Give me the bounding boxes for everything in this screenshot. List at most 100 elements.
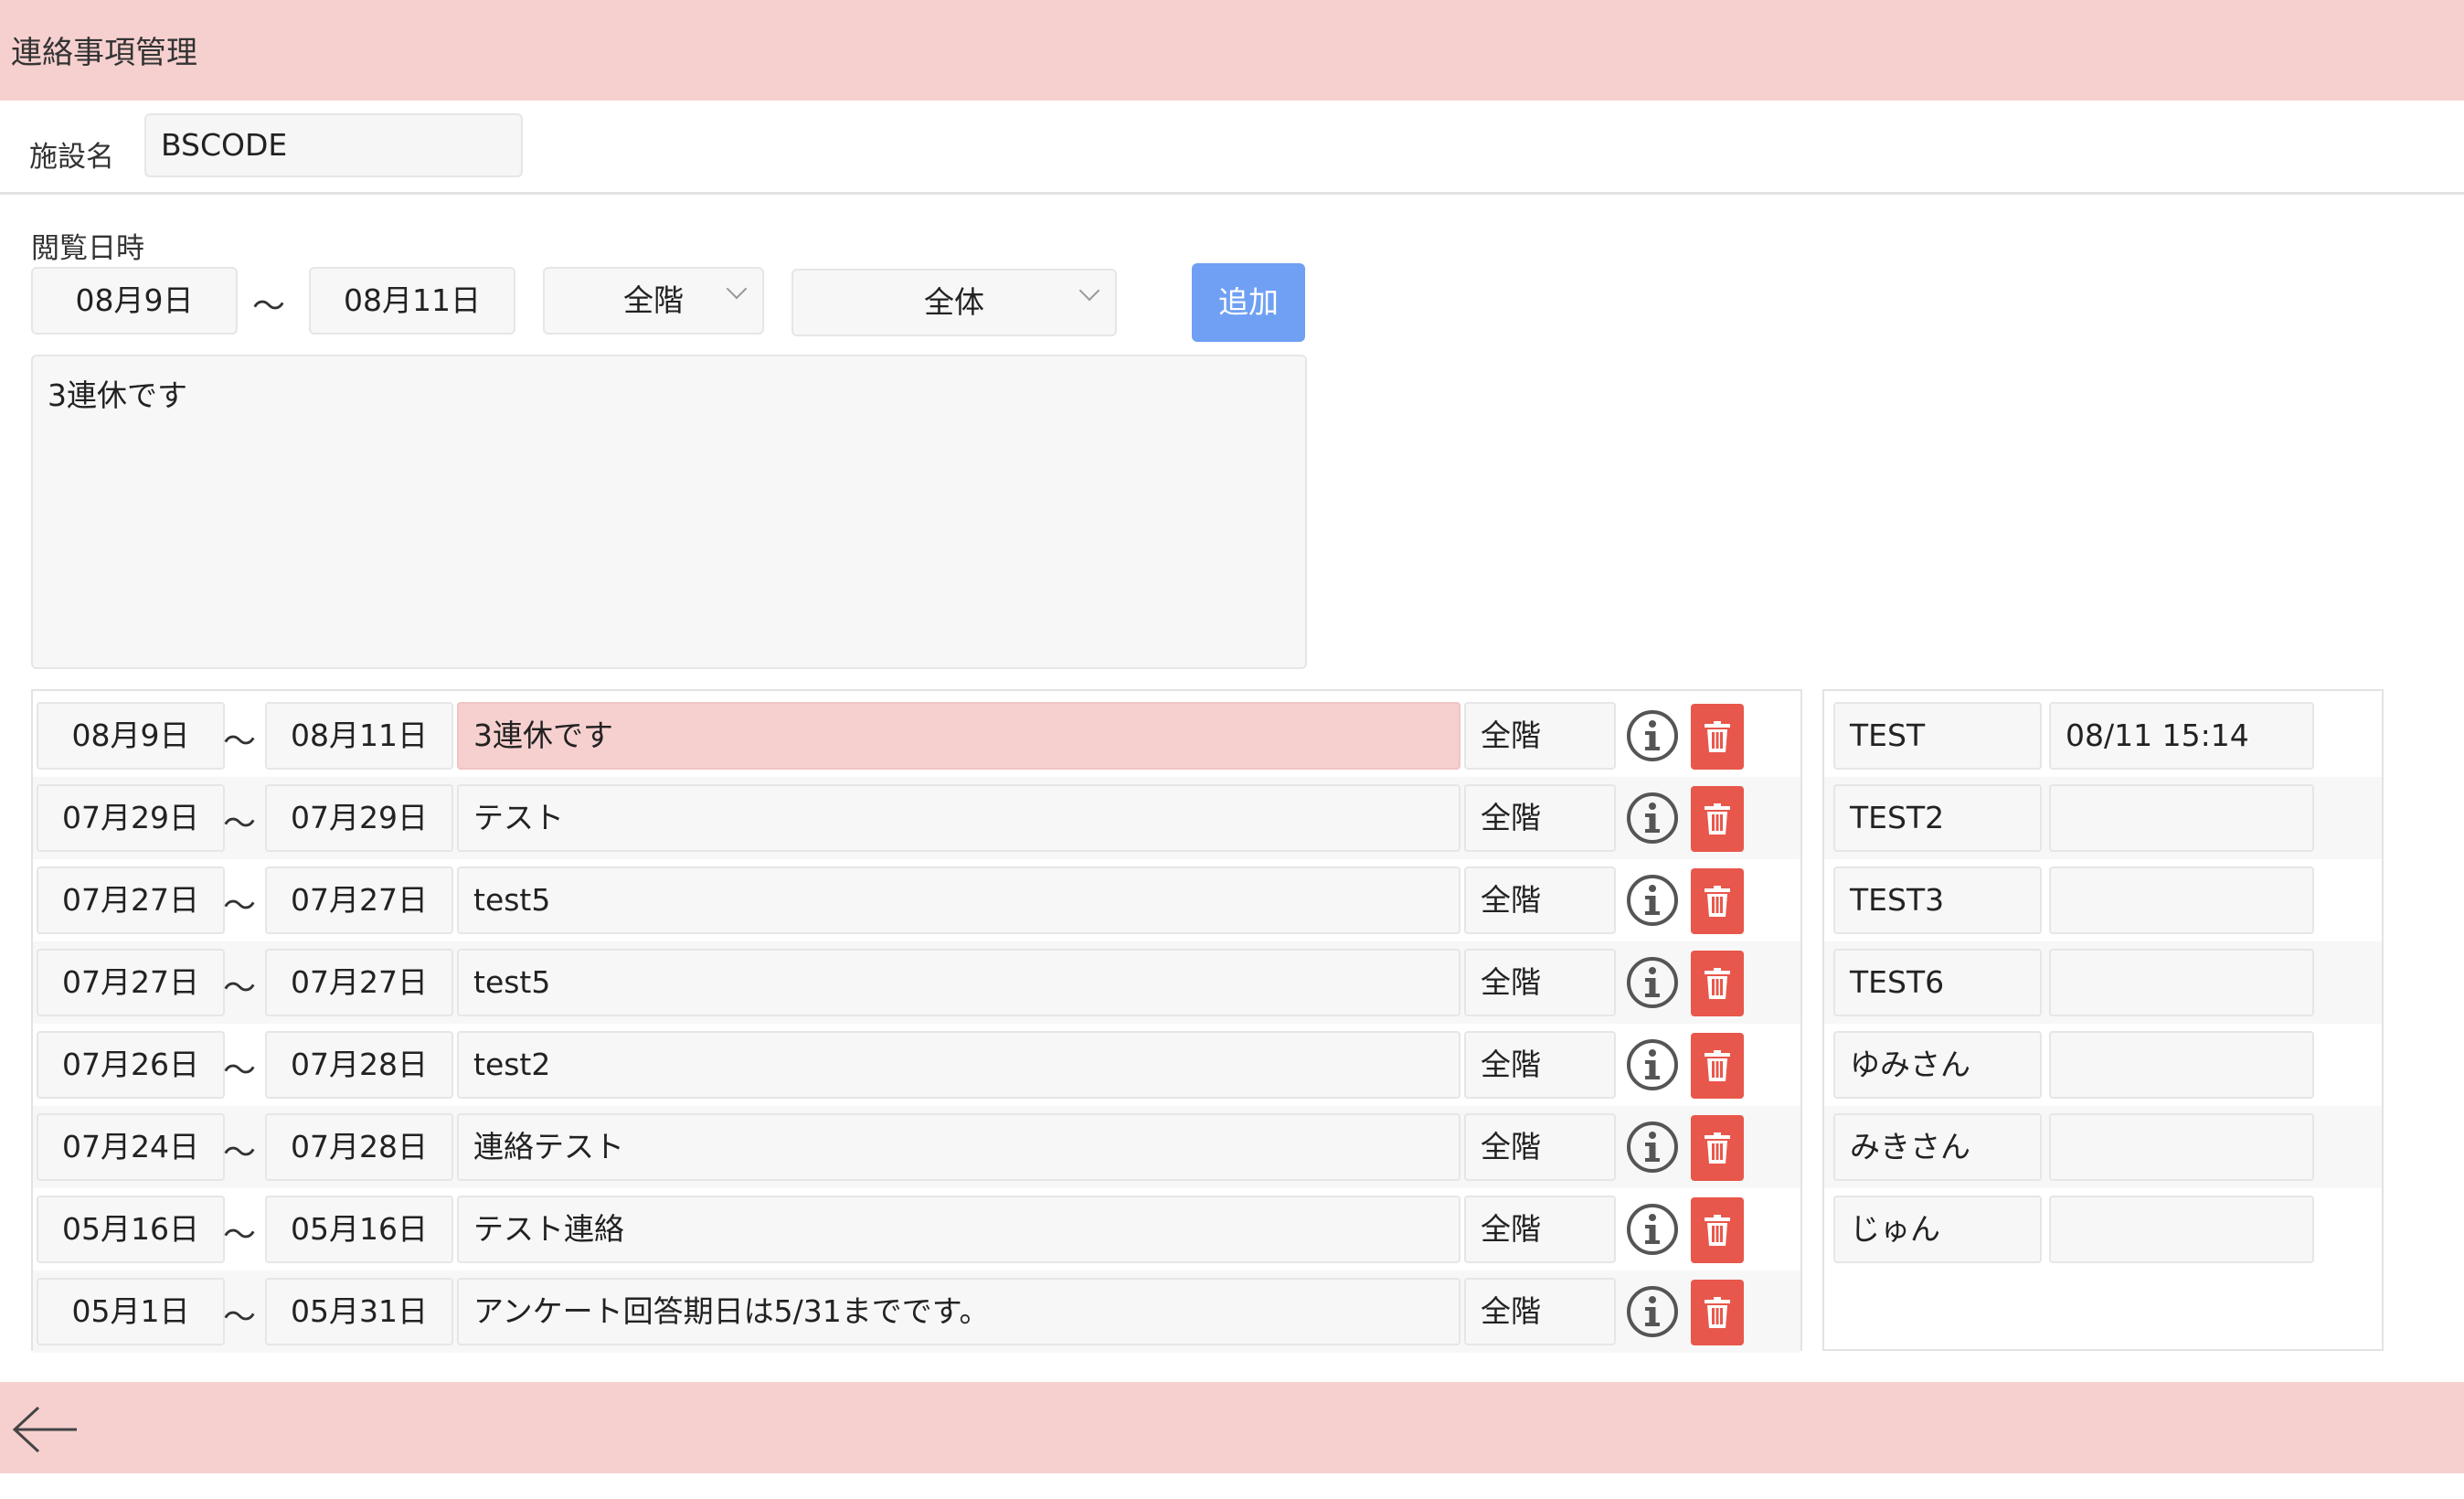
reader-read-time [2049,949,2314,1016]
facility-row: 施設名 BSCODE [0,101,2464,195]
notice-start-date[interactable]: 05月1日 [37,1278,225,1345]
notice-floor[interactable]: 全階 [1464,949,1616,1016]
notice-end-date[interactable]: 07月28日 [265,1031,453,1099]
info-circle-icon[interactable] [1625,873,1680,928]
notice-floor[interactable]: 全階 [1464,1031,1616,1099]
floor-select[interactable]: 全階 [543,267,764,335]
notice-row: 07月26日 〜 07月28日 test2 全階 [33,1024,1800,1106]
add-button[interactable]: 追加 [1192,263,1305,342]
reader-row: TEST 08/11 15:14 [1824,695,2382,777]
trash-icon [1705,886,1730,917]
reader-row: TEST2 [1824,777,2382,859]
trash-icon [1705,1215,1730,1246]
notice-floor[interactable]: 全階 [1464,784,1616,852]
delete-button[interactable] [1691,1033,1744,1099]
notice-message[interactable]: テスト [457,784,1460,852]
arrow-left-icon[interactable] [11,1406,80,1453]
notice-message[interactable]: テスト連絡 [457,1196,1460,1263]
reader-name: みきさん [1833,1113,2042,1181]
date-range-separator: 〜 [223,970,257,1007]
target-select-value: 全体 [924,284,984,320]
facility-name-field[interactable]: BSCODE [144,113,523,177]
end-date-field[interactable]: 08月11日 [309,267,515,335]
info-circle-icon[interactable] [1625,1120,1680,1175]
notice-floor[interactable]: 全階 [1464,1278,1616,1345]
start-date-field[interactable]: 08月9日 [31,267,238,335]
notice-message[interactable]: アンケート回答期日は5/31までです。 [457,1278,1460,1345]
notice-message[interactable]: 3連休です [457,702,1460,770]
delete-button[interactable] [1691,1197,1744,1263]
notice-floor[interactable]: 全階 [1464,1196,1616,1263]
delete-button[interactable] [1691,786,1744,852]
notice-list: 08月9日 〜 08月11日 3連休です 全階 07月29日 〜 07月29日 … [31,689,1802,1353]
reader-name: TEST [1833,702,2042,770]
info-circle-icon[interactable] [1625,1037,1680,1092]
chevron-down-icon [726,278,748,300]
reader-read-time [2049,784,2314,852]
trash-icon [1705,721,1730,752]
info-circle-icon[interactable] [1625,1202,1680,1257]
notice-end-date[interactable]: 08月11日 [265,702,453,770]
delete-button[interactable] [1691,704,1744,770]
reader-row: TEST6 [1824,941,2382,1024]
notice-floor[interactable]: 全階 [1464,866,1616,934]
notice-start-date[interactable]: 05月16日 [37,1196,225,1263]
facility-label: 施設名 [29,141,114,174]
reader-row: みきさん [1824,1106,2382,1188]
delete-button[interactable] [1691,951,1744,1016]
notice-end-date[interactable]: 05月31日 [265,1278,453,1345]
notice-message[interactable]: test5 [457,866,1460,934]
notice-row: 07月27日 〜 07月27日 test5 全階 [33,859,1800,941]
target-select[interactable]: 全体 [791,269,1117,336]
reader-name: TEST3 [1833,866,2042,934]
notice-end-date[interactable]: 07月27日 [265,949,453,1016]
delete-button[interactable] [1691,1280,1744,1345]
notice-row: 07月24日 〜 07月28日 連絡テスト 全階 [33,1106,1800,1188]
notice-row: 07月29日 〜 07月29日 テスト 全階 [33,777,1800,859]
date-range-separator: 〜 [223,1299,257,1336]
info-circle-icon[interactable] [1625,708,1680,763]
info-circle-icon[interactable] [1625,791,1680,845]
notice-end-date[interactable]: 07月27日 [265,866,453,934]
notice-floor[interactable]: 全階 [1464,702,1616,770]
app-header: 連絡事項管理 [0,0,2464,101]
message-textarea[interactable]: 3連休です [31,355,1307,669]
chevron-down-icon [1078,280,1100,302]
notice-start-date[interactable]: 07月26日 [37,1031,225,1099]
reader-row: じゅん [1824,1188,2382,1270]
notice-floor[interactable]: 全階 [1464,1113,1616,1181]
reader-name: TEST2 [1833,784,2042,852]
notice-end-date[interactable]: 05月16日 [265,1196,453,1263]
reader-row: ゆみさん [1824,1024,2382,1106]
reader-read-time [2049,866,2314,934]
floor-select-value: 全階 [623,282,684,318]
date-range-separator: 〜 [223,723,257,760]
notice-message[interactable]: test2 [457,1031,1460,1099]
notice-message[interactable]: 連絡テスト [457,1113,1460,1181]
notice-row: 07月27日 〜 07月27日 test5 全階 [33,941,1800,1024]
trash-icon [1705,1132,1730,1164]
info-circle-icon[interactable] [1625,1284,1680,1339]
notice-start-date[interactable]: 07月24日 [37,1113,225,1181]
reader-read-time [2049,1031,2314,1099]
date-range-separator: 〜 [223,805,257,843]
notice-end-date[interactable]: 07月28日 [265,1113,453,1181]
notice-start-date[interactable]: 07月27日 [37,866,225,934]
delete-button[interactable] [1691,868,1744,934]
notice-message[interactable]: test5 [457,949,1460,1016]
trash-icon [1705,968,1730,999]
reader-name: ゆみさん [1833,1031,2042,1099]
viewing-datetime-label: 閲覧日時 [31,232,144,265]
reader-name: じゅん [1833,1196,2042,1263]
info-circle-icon[interactable] [1625,955,1680,1010]
notice-row: 05月16日 〜 05月16日 テスト連絡 全階 [33,1188,1800,1270]
notice-end-date[interactable]: 07月29日 [265,784,453,852]
date-range-separator: 〜 [223,1134,257,1172]
notice-start-date[interactable]: 08月9日 [37,702,225,770]
date-range-separator: 〜 [223,1052,257,1090]
delete-button[interactable] [1691,1115,1744,1181]
notice-start-date[interactable]: 07月27日 [37,949,225,1016]
notice-start-date[interactable]: 07月29日 [37,784,225,852]
notice-row: 05月1日 〜 05月31日 アンケート回答期日は5/31までです。 全階 [33,1270,1800,1353]
reader-read-time: 08/11 15:14 [2049,702,2314,770]
